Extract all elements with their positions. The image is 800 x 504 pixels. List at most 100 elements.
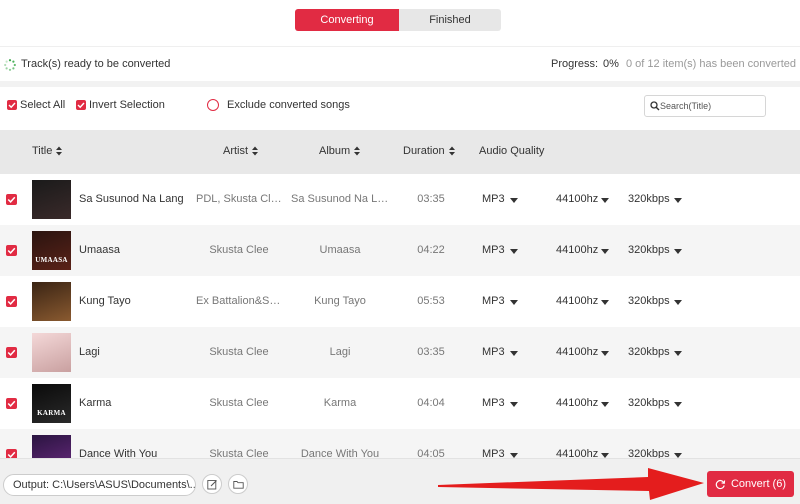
bitrate-select[interactable]: 320kbps	[628, 295, 680, 307]
column-header-title[interactable]: Title	[32, 145, 63, 157]
chevron-down-icon[interactable]	[601, 300, 609, 305]
check-icon	[7, 400, 16, 407]
convert-button[interactable]: Convert (6)	[707, 471, 794, 497]
exclude-converted-label[interactable]: Exclude converted songs	[227, 99, 350, 111]
invert-selection-label[interactable]: Invert Selection	[89, 99, 165, 111]
bitrate-select[interactable]: 320kbps	[628, 397, 680, 409]
column-quality-label: Audio Quality	[479, 145, 545, 157]
chevron-down-icon[interactable]	[510, 249, 518, 254]
check-icon	[7, 298, 16, 305]
invert-selection-checkbox[interactable]	[76, 100, 86, 110]
tab-converting[interactable]: Converting	[295, 9, 399, 31]
track-title: Sa Susunod Na Lang	[79, 193, 184, 205]
output-path-field[interactable]: Output: C:\Users\ASUS\Documents\...	[3, 474, 196, 496]
column-artist-label: Artist	[223, 145, 249, 157]
track-checkbox[interactable]	[6, 245, 17, 256]
column-header-audio-quality: Audio Quality	[479, 145, 544, 157]
bitrate-select[interactable]: 320kbps	[628, 193, 680, 205]
album-cover	[32, 333, 71, 372]
table-row[interactable]: Lagi Skusta Clee Lagi 03:35 MP3 44100hz 320kbp…	[0, 327, 800, 378]
chevron-down-icon[interactable]	[510, 402, 518, 407]
chevron-down-icon[interactable]	[674, 249, 682, 254]
track-duration: 03:35	[417, 193, 445, 205]
album-cover: KARMA	[32, 384, 71, 423]
track-duration: 03:35	[417, 346, 445, 358]
progress-value: 0%	[603, 58, 619, 70]
table-row[interactable]: Dance With You Skusta Clee Dance With You 0…	[0, 429, 800, 458]
open-folder-button[interactable]	[228, 474, 248, 494]
check-icon	[7, 349, 16, 356]
cover-text: UMAASA	[35, 256, 68, 264]
track-title: Lagi	[79, 346, 100, 358]
annotation-arrow-icon	[438, 468, 704, 500]
album-cover: UMAASA	[32, 231, 71, 270]
status-bar: Track(s) ready to be converted Progress:…	[0, 46, 800, 81]
column-header-album[interactable]: Album	[319, 145, 361, 157]
bitrate-select[interactable]: 320kbps	[628, 244, 680, 256]
track-duration: 04:04	[417, 397, 445, 409]
chevron-down-icon[interactable]	[601, 402, 609, 407]
table-row[interactable]: UMAASA Umaasa Skusta Clee Umaasa 04:22 MP3 441…	[0, 225, 800, 276]
track-artist: Skusta Clee	[209, 346, 269, 358]
view-tabs: Converting Finished	[295, 9, 501, 31]
track-artist: Skusta Clee	[209, 397, 269, 409]
search-box[interactable]	[644, 95, 766, 117]
edit-output-button[interactable]	[202, 474, 222, 494]
bitrate-select[interactable]: 320kbps	[628, 346, 680, 358]
convert-label: Convert (6)	[730, 478, 787, 490]
cover-text: KARMA	[37, 409, 66, 417]
album-cover	[32, 435, 71, 458]
bitrate-select[interactable]: 320kbps	[628, 448, 680, 458]
chevron-down-icon[interactable]	[601, 351, 609, 356]
track-checkbox[interactable]	[6, 398, 17, 409]
progress-label: Progress:	[551, 58, 599, 70]
table-row[interactable]: KARMA Karma Skusta Clee Karma 04:04 MP3 44100h…	[0, 378, 800, 429]
status-text: Track(s) ready to be converted	[21, 58, 171, 70]
sort-icon	[448, 146, 455, 156]
track-album: Umaasa	[319, 244, 361, 256]
check-icon	[7, 247, 16, 254]
refresh-icon	[715, 479, 726, 489]
track-duration: 04:05	[417, 448, 445, 458]
table-row[interactable]: Sa Susunod Na Lang PDL, Skusta Clee Sa Sus…	[0, 174, 800, 225]
track-checkbox[interactable]	[6, 194, 17, 205]
track-album: Dance With You	[300, 448, 380, 458]
chevron-down-icon[interactable]	[674, 351, 682, 356]
check-icon	[7, 451, 16, 458]
loading-spinner-icon	[4, 59, 16, 71]
chevron-down-icon[interactable]	[601, 198, 609, 203]
chevron-down-icon[interactable]	[674, 198, 682, 203]
track-duration: 04:22	[417, 244, 445, 256]
track-checkbox[interactable]	[6, 449, 17, 458]
chevron-down-icon[interactable]	[510, 198, 518, 203]
column-header-duration[interactable]: Duration	[403, 145, 455, 157]
exclude-converted-radio[interactable]	[207, 99, 219, 111]
column-header-artist[interactable]: Artist	[223, 145, 259, 157]
table-row[interactable]: Kung Tayo Ex Battalion&Skusta Clee Kung Ta…	[0, 276, 800, 327]
chevron-down-icon[interactable]	[510, 300, 518, 305]
track-title: Kung Tayo	[79, 295, 131, 307]
track-album: Sa Susunod Na Lang	[291, 193, 389, 205]
chevron-down-icon[interactable]	[510, 351, 518, 356]
top-bar: Converting Finished	[0, 0, 800, 45]
check-icon	[8, 102, 16, 109]
chevron-down-icon[interactable]	[601, 249, 609, 254]
track-checkbox[interactable]	[6, 347, 17, 358]
track-artist: PDL, Skusta Clee	[196, 193, 282, 205]
check-icon	[7, 196, 16, 203]
select-all-checkbox[interactable]	[7, 100, 17, 110]
track-album: Lagi	[329, 346, 351, 358]
search-icon	[650, 101, 660, 111]
track-checkbox[interactable]	[6, 296, 17, 307]
search-input[interactable]	[660, 98, 762, 114]
track-artist: Skusta Clee	[209, 244, 269, 256]
progress-detail: 0 of 12 item(s) has been converted	[626, 58, 796, 70]
tab-finished[interactable]: Finished	[399, 9, 501, 31]
select-all-label[interactable]: Select All	[20, 99, 65, 111]
track-album: Kung Tayo	[314, 295, 366, 307]
track-title: Umaasa	[79, 244, 120, 256]
chevron-down-icon[interactable]	[674, 402, 682, 407]
column-album-label: Album	[319, 145, 351, 157]
chevron-down-icon[interactable]	[674, 300, 682, 305]
track-title: Karma	[79, 397, 112, 409]
